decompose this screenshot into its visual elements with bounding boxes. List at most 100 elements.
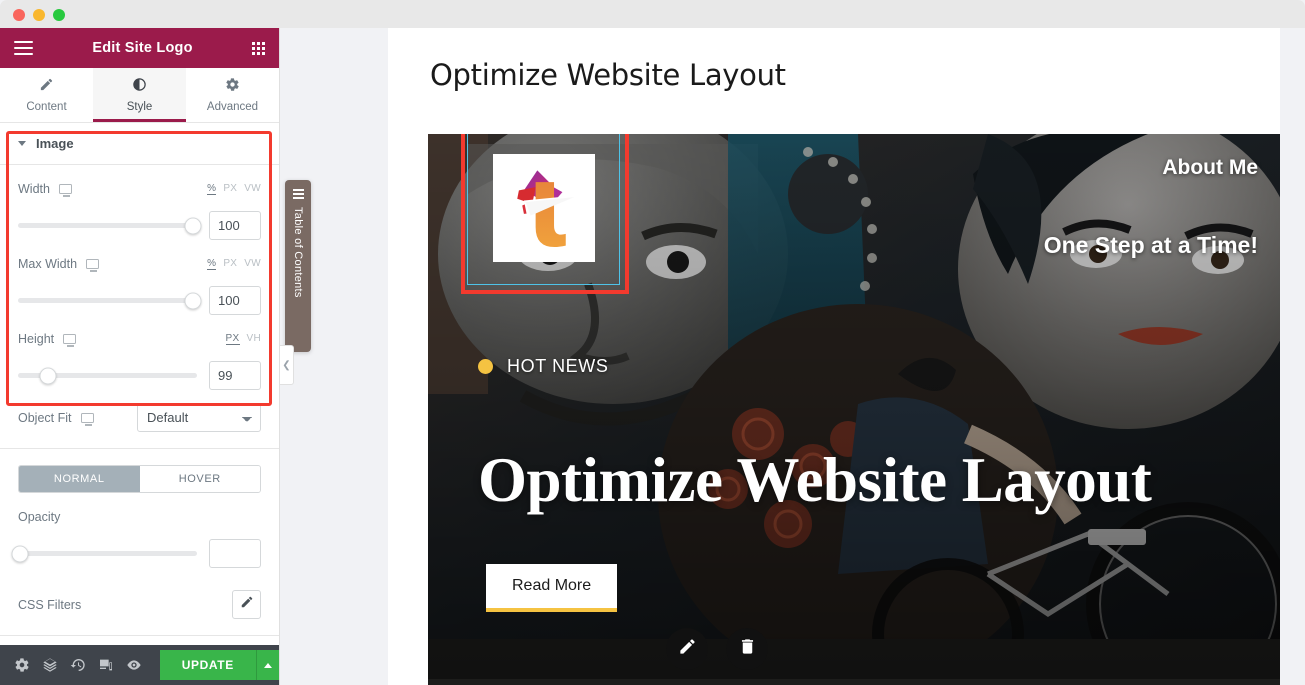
max-width-unit-switcher: % PX VW xyxy=(207,258,261,270)
css-filters-label: CSS Filters xyxy=(18,597,82,612)
update-button[interactable]: UPDATE xyxy=(159,650,256,680)
tab-advanced[interactable]: Advanced xyxy=(186,68,279,122)
state-hover-button[interactable]: HOVER xyxy=(139,466,260,492)
hero-section[interactable]: About Me One Step at a Time! HOT NEWS Op… xyxy=(428,134,1280,685)
section-title-image: Image xyxy=(36,136,74,151)
pencil-icon xyxy=(678,637,697,661)
read-more-button[interactable]: Read More xyxy=(486,564,618,612)
desktop-icon[interactable] xyxy=(80,412,94,426)
window-titlebar xyxy=(0,0,1305,28)
unit-percent[interactable]: % xyxy=(207,258,217,270)
control-border-type: Border Type None xyxy=(0,636,279,645)
close-window-button[interactable] xyxy=(13,9,25,21)
width-unit-switcher: % PX VW xyxy=(207,183,261,195)
object-fit-label: Object Fit xyxy=(18,410,72,425)
pencil-icon xyxy=(39,77,54,95)
state-normal-button[interactable]: NORMAL xyxy=(19,466,140,492)
page-title: Optimize Website Layout xyxy=(430,58,786,92)
maximize-window-button[interactable] xyxy=(53,9,65,21)
hot-news-dot-icon xyxy=(478,359,493,374)
list-icon xyxy=(292,189,304,199)
about-me-heading: About Me xyxy=(1162,156,1258,179)
navigator-layers-icon[interactable] xyxy=(36,645,64,685)
window-traffic-lights xyxy=(13,9,65,21)
opacity-slider-track[interactable] xyxy=(11,545,197,562)
elementor-editor-window: Edit Site Logo Content Style Advanced Im… xyxy=(0,0,1305,685)
caret-up-icon xyxy=(263,662,272,668)
delete-widget-button[interactable] xyxy=(726,628,768,670)
panel-body: Image Width % PX VW 100 Max Width % PX V… xyxy=(0,123,279,645)
desktop-icon[interactable] xyxy=(86,259,100,272)
trash-icon xyxy=(738,637,757,661)
unit-percent[interactable]: % xyxy=(207,183,217,195)
height-unit-switcher: PX VH xyxy=(225,333,262,345)
history-icon[interactable] xyxy=(64,645,92,685)
height-input[interactable] xyxy=(209,361,261,390)
max-width-slider-thumb[interactable] xyxy=(184,292,202,309)
width-slider-track[interactable] xyxy=(18,217,202,234)
edit-widget-button[interactable] xyxy=(666,628,708,670)
site-logo-image xyxy=(493,154,595,262)
panel-header: Edit Site Logo xyxy=(0,28,279,68)
site-logo-widget[interactable] xyxy=(467,134,620,285)
tab-content[interactable]: Content xyxy=(0,68,93,122)
panel-tabs: Content Style Advanced xyxy=(0,68,279,123)
max-width-slider-track[interactable] xyxy=(18,292,202,309)
hot-news-label-group: HOT NEWS xyxy=(478,356,608,377)
panel-title: Edit Site Logo xyxy=(92,40,193,56)
width-slider-thumb[interactable] xyxy=(184,217,202,234)
opacity-input[interactable] xyxy=(209,539,261,568)
css-filters-edit-button[interactable] xyxy=(232,590,261,619)
contrast-icon xyxy=(132,77,147,95)
height-slider-thumb[interactable] xyxy=(39,367,57,384)
elementor-settings-panel: Edit Site Logo Content Style Advanced Im… xyxy=(0,28,280,685)
max-width-input[interactable] xyxy=(209,286,261,315)
opacity-slider-thumb[interactable] xyxy=(11,545,29,562)
unit-px[interactable]: PX xyxy=(223,258,237,270)
height-slider-track[interactable] xyxy=(18,367,197,384)
unit-vh[interactable]: VH xyxy=(247,333,262,345)
settings-gear-icon[interactable] xyxy=(8,645,36,685)
desktop-icon[interactable] xyxy=(63,334,77,347)
unit-px[interactable]: PX xyxy=(223,183,237,195)
chevron-left-icon: ❮ xyxy=(282,359,291,371)
responsive-mode-icon[interactable] xyxy=(92,645,120,685)
width-input[interactable] xyxy=(209,211,261,240)
table-of-contents-tab[interactable]: Table of Contents xyxy=(285,180,311,352)
tab-advanced-label: Advanced xyxy=(206,101,259,113)
hamburger-menu-icon[interactable] xyxy=(14,41,33,55)
logo-t-icon xyxy=(517,170,576,248)
preview-eye-icon[interactable] xyxy=(120,645,148,685)
unit-px[interactable]: PX xyxy=(225,333,240,345)
hero-headline: Optimize Website Layout xyxy=(478,445,1152,515)
tab-content-label: Content xyxy=(26,101,67,113)
preview-page: Optimize Website Layout About Me One Ste… xyxy=(388,28,1280,685)
tagline-heading: One Step at a Time! xyxy=(1043,232,1258,258)
opacity-label: Opacity xyxy=(18,510,61,524)
widget-action-buttons xyxy=(666,628,768,670)
panel-divider xyxy=(0,448,279,449)
chevron-down-icon xyxy=(18,141,26,146)
object-fit-select[interactable]: Default xyxy=(137,403,261,432)
control-opacity: Opacity xyxy=(0,493,279,568)
control-css-filters: CSS Filters xyxy=(0,568,279,619)
unit-vw[interactable]: VW xyxy=(244,258,261,270)
control-height: Height PX VH xyxy=(0,315,279,390)
widgets-grid-icon[interactable] xyxy=(251,41,265,55)
state-toggle-group: NORMAL HOVER xyxy=(18,465,261,493)
control-max-width-label: Max Width xyxy=(18,257,78,271)
unit-vw[interactable]: VW xyxy=(244,183,261,195)
table-of-contents-label: Table of Contents xyxy=(292,207,304,298)
control-object-fit: Object Fit Default xyxy=(0,390,279,432)
update-dropdown-button[interactable] xyxy=(255,650,280,680)
control-height-label: Height xyxy=(18,332,55,346)
tab-style[interactable]: Style xyxy=(93,68,186,122)
minimize-window-button[interactable] xyxy=(33,9,45,21)
pencil-icon xyxy=(240,595,254,614)
control-max-width: Max Width % PX VW xyxy=(0,240,279,315)
section-header-image[interactable]: Image xyxy=(0,123,279,165)
panel-collapse-button[interactable]: ❮ xyxy=(280,345,294,385)
desktop-icon[interactable] xyxy=(58,184,72,197)
gear-icon xyxy=(225,77,240,95)
tab-style-label: Style xyxy=(126,101,153,113)
